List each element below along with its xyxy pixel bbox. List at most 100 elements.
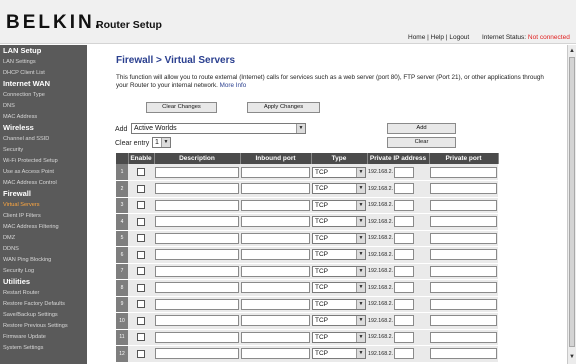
enable-checkbox[interactable] [137, 217, 145, 226]
sidebar-item-restart-router[interactable]: Restart Router [3, 290, 39, 296]
type-select[interactable]: TCP ▼ [312, 282, 366, 294]
type-select[interactable]: TCP ▼ [312, 166, 366, 178]
type-select[interactable]: TCP ▼ [312, 249, 366, 261]
logout-link[interactable]: Logout [449, 34, 469, 41]
sidebar-item-system-settings[interactable]: System Settings [3, 345, 43, 351]
sidebar-item-security-log[interactable]: Security Log [3, 268, 34, 274]
private-port-input[interactable] [430, 232, 497, 244]
inbound-port-input[interactable] [241, 249, 310, 261]
sidebar-item-dmz[interactable]: DMZ [3, 235, 15, 241]
description-input[interactable] [155, 348, 239, 360]
help-link[interactable]: Help [431, 34, 444, 41]
private-port-input[interactable] [430, 315, 497, 327]
enable-checkbox[interactable] [137, 333, 145, 342]
type-select[interactable]: TCP ▼ [312, 315, 366, 327]
sidebar-item-mac-address[interactable]: MAC Address [3, 114, 37, 120]
type-select[interactable]: TCP ▼ [312, 232, 366, 244]
description-input[interactable] [155, 331, 239, 343]
sidebar-item-dhcp-client-list[interactable]: DHCP Client List [3, 70, 45, 76]
private-port-input[interactable] [430, 216, 497, 228]
inbound-port-input[interactable] [241, 331, 310, 343]
description-input[interactable] [155, 232, 239, 244]
home-link[interactable]: Home [408, 34, 425, 41]
enable-checkbox[interactable] [137, 300, 145, 309]
private-ip-input[interactable] [394, 183, 415, 195]
clear-entry-select[interactable]: 1 ▼ [152, 137, 171, 148]
inbound-port-input[interactable] [241, 232, 310, 244]
enable-checkbox[interactable] [137, 184, 145, 193]
private-ip-input[interactable] [394, 232, 415, 244]
enable-checkbox[interactable] [137, 283, 145, 292]
private-ip-input[interactable] [394, 298, 415, 310]
inbound-port-input[interactable] [241, 265, 310, 277]
private-port-input[interactable] [430, 282, 497, 294]
type-select[interactable]: TCP ▼ [312, 331, 366, 343]
sidebar-item-mac-address-control[interactable]: MAC Address Control [3, 180, 57, 186]
type-select[interactable]: TCP ▼ [312, 199, 366, 211]
description-input[interactable] [155, 298, 239, 310]
type-select[interactable]: TCP ▼ [312, 183, 366, 195]
type-select[interactable]: TCP ▼ [312, 298, 366, 310]
sidebar-item-ddns[interactable]: DDNS [3, 246, 19, 252]
enable-checkbox[interactable] [137, 168, 145, 176]
more-info-link[interactable]: More Info [220, 82, 247, 89]
sidebar-item-restore-previous-settings[interactable]: Restore Previous Settings [3, 323, 68, 329]
sidebar-item-restore-factory-defaults[interactable]: Restore Factory Defaults [3, 301, 65, 307]
type-select[interactable]: TCP ▼ [312, 348, 366, 360]
arrow-up-icon[interactable]: ▲ [568, 47, 576, 55]
private-port-input[interactable] [430, 183, 497, 195]
description-input[interactable] [155, 216, 239, 228]
sidebar-item-wan-ping-blocking[interactable]: WAN Ping Blocking [3, 257, 51, 263]
clear-button[interactable]: Clear [387, 137, 456, 148]
private-port-input[interactable] [430, 199, 497, 211]
sidebar-item-client-ip-filters[interactable]: Client IP Filters [3, 213, 41, 219]
private-port-input[interactable] [430, 249, 497, 261]
sidebar-heading-internet-wan[interactable]: Internet WAN [3, 79, 50, 88]
inbound-port-input[interactable] [241, 348, 310, 360]
sidebar-heading-wireless[interactable]: Wireless [3, 123, 34, 132]
sidebar-item-save-backup-settings[interactable]: Save/Backup Settings [3, 312, 58, 318]
private-ip-input[interactable] [394, 166, 415, 178]
sidebar-item-connection-type[interactable]: Connection Type [3, 92, 45, 98]
private-port-input[interactable] [430, 166, 497, 178]
enable-checkbox[interactable] [137, 316, 145, 325]
sidebar-item-dns[interactable]: DNS [3, 103, 15, 109]
vertical-scrollbar[interactable]: ▲ ▼ [567, 45, 576, 364]
sidebar-heading-utilities[interactable]: Utilities [3, 277, 30, 286]
sidebar-heading-lan-setup[interactable]: LAN Setup [3, 46, 41, 55]
private-ip-input[interactable] [394, 216, 415, 228]
enable-checkbox[interactable] [137, 250, 145, 259]
enable-checkbox[interactable] [137, 234, 145, 243]
sidebar-item-mac-address-filtering[interactable]: MAC Address Filtering [3, 224, 59, 230]
private-ip-input[interactable] [394, 348, 415, 360]
private-port-input[interactable] [430, 298, 497, 310]
clear-changes-button[interactable]: Clear Changes [146, 102, 217, 113]
sidebar-item-channel-ssid[interactable]: Channel and SSID [3, 136, 49, 142]
private-port-input[interactable] [430, 265, 497, 277]
inbound-port-input[interactable] [241, 199, 310, 211]
private-ip-input[interactable] [394, 315, 415, 327]
enable-checkbox[interactable] [137, 267, 145, 276]
inbound-port-input[interactable] [241, 183, 310, 195]
type-select[interactable]: TCP ▼ [312, 216, 366, 228]
sidebar-item-use-as-access-point[interactable]: Use as Access Point [3, 169, 54, 175]
arrow-down-icon[interactable]: ▼ [568, 353, 576, 361]
inbound-port-input[interactable] [241, 315, 310, 327]
enable-checkbox[interactable] [137, 349, 145, 358]
sidebar-item-firmware-update[interactable]: Firmware Update [3, 334, 46, 340]
sidebar-item-security[interactable]: Security [3, 147, 23, 153]
enable-checkbox[interactable] [137, 201, 145, 210]
inbound-port-input[interactable] [241, 216, 310, 228]
description-input[interactable] [155, 199, 239, 211]
description-input[interactable] [155, 265, 239, 277]
add-button[interactable]: Add [387, 123, 456, 134]
private-ip-input[interactable] [394, 249, 415, 261]
private-ip-input[interactable] [394, 282, 415, 294]
private-ip-input[interactable] [394, 265, 415, 277]
sidebar-heading-firewall[interactable]: Firewall [3, 189, 31, 198]
sidebar-item-lan-settings[interactable]: LAN Settings [3, 59, 36, 65]
inbound-port-input[interactable] [241, 298, 310, 310]
description-input[interactable] [155, 282, 239, 294]
apply-changes-button[interactable]: Apply Changes [247, 102, 320, 113]
private-port-input[interactable] [430, 348, 497, 360]
